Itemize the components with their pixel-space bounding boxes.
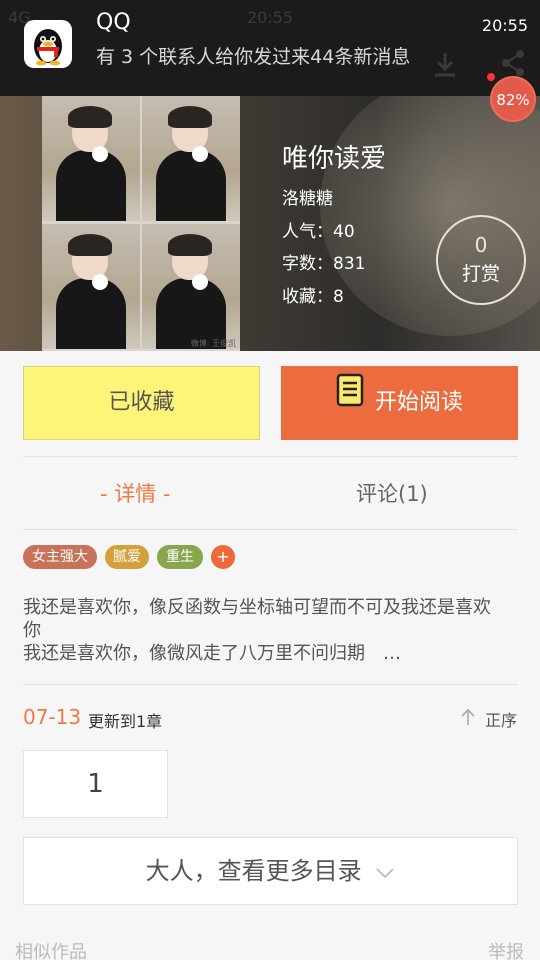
sort-label: 正序 <box>484 711 517 730</box>
book-favorites: 收藏：8 <box>282 287 344 307</box>
more-catalog-label: 大人，查看更多目录 <box>145 857 362 885</box>
reward-label: 打赏 <box>461 263 500 285</box>
qq-penguin-icon <box>24 20 72 68</box>
watermark-text: 微博: 王俊凯 <box>190 339 236 348</box>
sort-toggle[interactable]: 正序 <box>460 707 517 731</box>
more-catalog-button[interactable]: 大人，查看更多目录 <box>23 837 518 905</box>
description-line: 我还是喜欢你，像微风走了八万里不问归期 … <box>23 643 401 664</box>
cover-photo-tile <box>142 96 240 221</box>
book-popularity: 人气：40 <box>282 222 355 242</box>
report-link[interactable]: 举报 <box>488 938 524 960</box>
tag-item[interactable]: 重生 <box>157 545 203 569</box>
reward-button[interactable]: 0 打赏 <box>436 215 526 305</box>
book-title: 唯你读爱 <box>282 144 387 174</box>
tag-item[interactable]: 腻爱 <box>105 545 149 569</box>
chevron-down-icon <box>375 860 395 884</box>
cover-photo-tile <box>42 224 140 349</box>
description-line: 我还是喜欢你，像反函数与坐标轴可望而不可及我还是喜欢你 <box>23 597 491 641</box>
tab-comments[interactable]: 评论(1) <box>356 478 428 508</box>
status-bar-ghost: 4G 20:55 <box>0 8 540 28</box>
battery-indicator: 82% <box>490 76 536 122</box>
notification-app-name: QQ <box>96 10 131 35</box>
cover-watermark: 微博: 王俊凯 <box>191 338 236 349</box>
header-glow <box>320 96 540 336</box>
tag-item[interactable]: 女主强大 <box>23 545 97 569</box>
book-word-count: 字数：831 <box>282 254 366 274</box>
similar-works-heading: 相似作品 <box>15 942 87 960</box>
start-reading-label: 开始阅读 <box>374 390 463 415</box>
tab-detail[interactable]: - 详情 - <box>100 478 171 508</box>
favorited-button[interactable]: 已收藏 <box>23 366 260 440</box>
notification-time: 20:55 <box>481 16 528 35</box>
qq-notification-banner[interactable]: 4G 20:55 QQ 有 3 个联系人给你发过来44条新消息 20:55 <box>0 0 540 96</box>
reward-count: 0 <box>474 233 488 257</box>
status-time: 20:55 <box>247 8 294 27</box>
divider <box>23 684 518 685</box>
divider <box>23 456 518 457</box>
cover-photo-tile <box>142 224 240 349</box>
cover-photo-tile <box>42 96 140 221</box>
arrow-up-icon <box>460 708 481 730</box>
book-cover-image[interactable]: 微博: 王俊凯 <box>42 96 240 351</box>
download-icon <box>430 50 460 84</box>
notification-message: 有 3 个联系人给你发过来44条新消息 <box>96 46 411 68</box>
chapter-item[interactable]: 1 <box>23 750 168 818</box>
book-icon <box>336 364 364 438</box>
book-description[interactable]: 我还是喜欢你，像反函数与坐标轴可望而不可及我还是喜欢你 我还是喜欢你，像微风走了… <box>23 596 498 665</box>
book-author[interactable]: 洛糖糖 <box>282 184 333 209</box>
battery-alert-dot <box>487 73 495 81</box>
update-status: 更新到1章 <box>88 712 163 731</box>
add-tag-button[interactable]: + <box>211 545 235 569</box>
start-reading-button[interactable]: 开始阅读 <box>281 366 518 440</box>
update-date: 07-13 <box>23 705 82 729</box>
divider <box>23 529 518 530</box>
